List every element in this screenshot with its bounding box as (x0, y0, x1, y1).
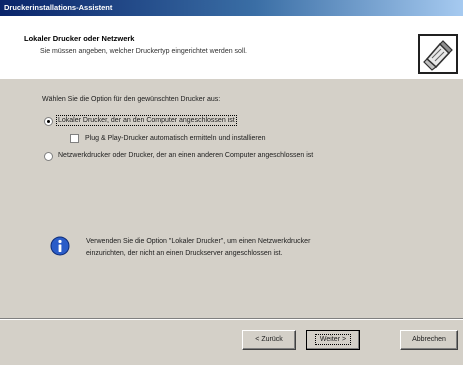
checkbox-plug-and-play[interactable] (70, 134, 79, 143)
footer-separator-highlight (0, 319, 463, 320)
header-subtitle: Sie müssen angeben, welcher Druckertyp e… (40, 48, 247, 55)
printer-wizard-icon (418, 34, 458, 74)
wizard-header: Lokaler Drucker oder Netzwerk Sie müssen… (0, 16, 463, 79)
next-button[interactable]: Weiter > (306, 330, 360, 350)
title-bar[interactable]: Druckerinstallations-Assistent (0, 0, 463, 16)
radio-local-printer[interactable] (44, 117, 53, 126)
header-title: Lokaler Drucker oder Netzwerk (24, 34, 135, 43)
label-plug-and-play[interactable]: Plug & Play-Drucker automatisch ermittel… (85, 135, 266, 142)
cancel-button[interactable]: Abbrechen (400, 330, 458, 350)
wizard-window: Druckerinstallations-Assistent Lokaler D… (0, 0, 465, 365)
info-text-line1: Verwenden Sie die Option "Lokaler Drucke… (86, 238, 311, 245)
next-button-label: Weiter > (314, 334, 352, 345)
header-divider (0, 78, 463, 79)
option-prompt: Wählen Sie die Option für den gewünschte… (42, 96, 221, 103)
label-local-printer[interactable]: Lokaler Drucker, der an den Computer ang… (56, 115, 237, 126)
radio-network-printer[interactable] (44, 152, 53, 161)
info-text-line2: einzurichten, der nicht an einen Druckse… (86, 250, 283, 257)
info-icon (50, 236, 70, 256)
back-button[interactable]: < Zurück (242, 330, 296, 350)
label-network-printer[interactable]: Netzwerkdrucker oder Drucker, der an ein… (58, 152, 313, 159)
